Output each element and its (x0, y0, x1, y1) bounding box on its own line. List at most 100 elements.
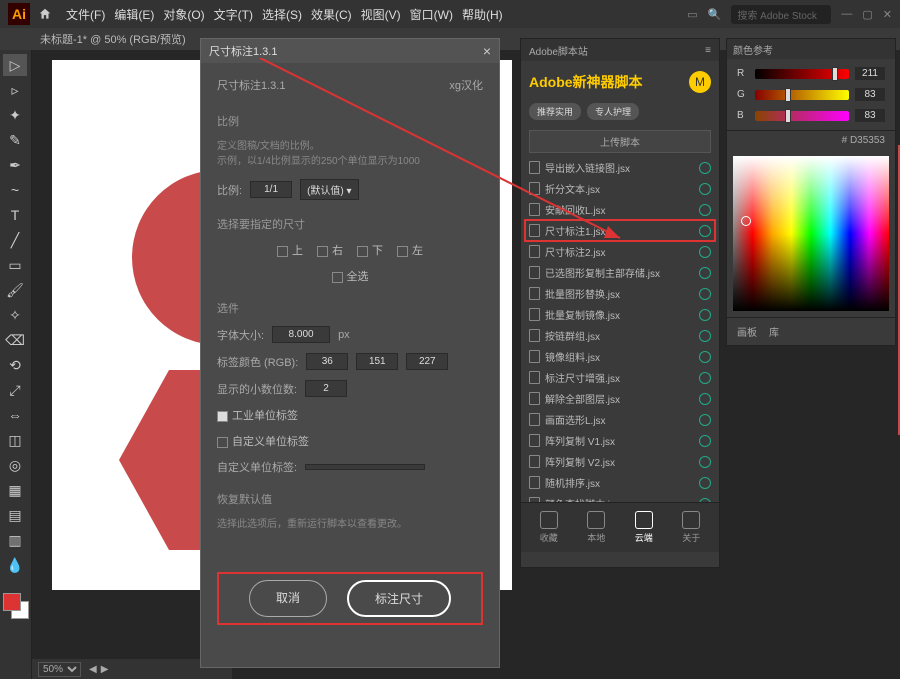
spectrum-cursor[interactable] (741, 216, 751, 226)
search-input[interactable]: 搜索 Adobe Stock (731, 5, 831, 24)
script-item[interactable]: 安献回收L.jsx (525, 199, 715, 220)
shaper-tool-icon[interactable]: ✧ (3, 304, 27, 326)
scripts-panel-title[interactable]: Adobe脚本站≡ (521, 39, 719, 61)
download-icon[interactable] (699, 456, 711, 468)
script-item[interactable]: 批量图形替换.jsx (525, 283, 715, 304)
b-slider[interactable] (755, 111, 849, 121)
direct-select-tool-icon[interactable]: ▹ (3, 79, 27, 101)
decimals-input[interactable]: 2 (305, 380, 347, 397)
menu-help[interactable]: 帮助(H) (462, 6, 503, 23)
download-icon[interactable] (699, 330, 711, 342)
layout-icon[interactable]: ▭ (687, 8, 697, 21)
menu-effect[interactable]: 效果(C) (311, 6, 352, 23)
close-icon[interactable]: ✕ (883, 8, 892, 21)
script-item[interactable]: 尺寸标注1.jsx (525, 220, 715, 241)
width-tool-icon[interactable]: ⇔ (3, 404, 27, 426)
download-icon[interactable] (699, 162, 711, 174)
ok-button[interactable]: 标注尺寸 (347, 580, 451, 617)
dialog-titlebar[interactable]: 尺寸标注1.3.1 × (201, 39, 499, 63)
download-icon[interactable] (699, 477, 711, 489)
download-icon[interactable] (699, 246, 711, 258)
pen-tool-icon[interactable]: ✒ (3, 154, 27, 176)
script-list[interactable]: 导出嵌入链接图.jsx折分文本.jsx安献回收L.jsx尺寸标注1.jsx尺寸标… (521, 157, 719, 502)
download-icon[interactable] (699, 204, 711, 216)
nav-fav[interactable]: 收藏 (540, 511, 558, 544)
chk-industrial[interactable]: 工业单位标签 (217, 407, 483, 423)
download-icon[interactable] (699, 393, 711, 405)
ratio-input[interactable]: 1/1 (250, 181, 292, 198)
nav-right-icon[interactable]: ▶ (101, 664, 109, 675)
menu-type[interactable]: 文字(T) (214, 6, 253, 23)
maximize-icon[interactable]: ▢ (862, 8, 872, 21)
script-item[interactable]: 按链群组.jsx (525, 325, 715, 346)
free-transform-tool-icon[interactable]: ◫ (3, 429, 27, 451)
scale-tool-icon[interactable]: ⤢ (3, 379, 27, 401)
download-icon[interactable] (699, 372, 711, 384)
b-value[interactable]: 83 (855, 109, 885, 122)
menu-view[interactable]: 视图(V) (361, 6, 401, 23)
download-icon[interactable] (699, 225, 711, 237)
nav-cloud[interactable]: 云端 (635, 511, 653, 544)
nav-local[interactable]: 本地 (587, 511, 605, 544)
tab-personal[interactable]: 专人护理 (587, 103, 639, 120)
chk-left[interactable]: 左 (397, 242, 423, 258)
download-icon[interactable] (699, 435, 711, 447)
minimize-icon[interactable]: — (841, 8, 852, 20)
color-r-input[interactable]: 36 (306, 353, 348, 370)
menu-edit[interactable]: 编辑(E) (114, 6, 154, 23)
g-slider[interactable] (755, 90, 849, 100)
menu-object[interactable]: 对象(O) (163, 6, 204, 23)
shape-builder-tool-icon[interactable]: ◎ (3, 454, 27, 476)
script-item[interactable]: 阵列复制 V2.jsx (525, 451, 715, 472)
rectangle-tool-icon[interactable]: ▭ (3, 254, 27, 276)
fill-stroke-swatch[interactable] (3, 593, 29, 619)
cancel-button[interactable]: 取消 (249, 580, 327, 617)
script-item[interactable]: 已选图形复制主部存储.jsx (525, 262, 715, 283)
gradient-tool-icon[interactable]: ▥ (3, 529, 27, 551)
script-item[interactable]: 随机排序.jsx (525, 472, 715, 493)
script-item[interactable]: 批量复制镜像.jsx (525, 304, 715, 325)
brush-tool-icon[interactable]: 🖌 (3, 279, 27, 301)
script-item[interactable]: 尺寸标注2.jsx (525, 241, 715, 262)
tab-recommended[interactable]: 推荐实用 (529, 103, 581, 120)
r-slider[interactable] (755, 69, 849, 79)
selection-tool-icon[interactable]: ▷ (3, 54, 27, 76)
script-item[interactable]: 画面选形L.jsx (525, 409, 715, 430)
home-icon[interactable] (36, 5, 54, 23)
color-panel-title[interactable]: 颜色参考 (727, 39, 895, 59)
search-icon[interactable]: 🔍 (708, 8, 722, 21)
menu-select[interactable]: 选择(S) (262, 6, 302, 23)
nav-left-icon[interactable]: ◀ (89, 664, 97, 675)
color-g-input[interactable]: 151 (356, 353, 398, 370)
script-item[interactable]: 镜像组料.jsx (525, 346, 715, 367)
mesh-tool-icon[interactable]: ▤ (3, 504, 27, 526)
chk-bottom[interactable]: 下 (357, 242, 383, 258)
r-value[interactable]: 211 (855, 67, 885, 80)
menu-window[interactable]: 窗口(W) (410, 6, 453, 23)
dialog-close-icon[interactable]: × (483, 43, 491, 59)
lasso-tool-icon[interactable]: ✎ (3, 129, 27, 151)
perspective-tool-icon[interactable]: ▦ (3, 479, 27, 501)
nav-about[interactable]: 关于 (682, 511, 700, 544)
eraser-tool-icon[interactable]: ⌫ (3, 329, 27, 351)
script-item[interactable]: 阵列复制 V1.jsx (525, 430, 715, 451)
chk-custom[interactable]: 自定义单位标签 (217, 433, 483, 449)
rotate-tool-icon[interactable]: ⟲ (3, 354, 27, 376)
script-item[interactable]: 颜色查找脚本.jsx (525, 493, 715, 502)
tab-library[interactable]: 库 (769, 324, 779, 339)
download-icon[interactable] (699, 414, 711, 426)
menu-file[interactable]: 文件(F) (66, 6, 105, 23)
color-spectrum[interactable] (733, 156, 889, 311)
fontsize-input[interactable]: 8.000 (272, 326, 330, 343)
script-item[interactable]: 折分文本.jsx (525, 178, 715, 199)
script-item[interactable]: 解除全部图层.jsx (525, 388, 715, 409)
custom-unit-input[interactable] (305, 464, 425, 470)
chk-top[interactable]: 上 (277, 242, 303, 258)
download-icon[interactable] (699, 288, 711, 300)
download-icon[interactable] (699, 267, 711, 279)
g-value[interactable]: 83 (855, 88, 885, 101)
download-icon[interactable] (699, 498, 711, 503)
hex-value[interactable]: # D35353 (727, 130, 895, 150)
wand-tool-icon[interactable]: ✦ (3, 104, 27, 126)
script-item[interactable]: 导出嵌入链接图.jsx (525, 157, 715, 178)
